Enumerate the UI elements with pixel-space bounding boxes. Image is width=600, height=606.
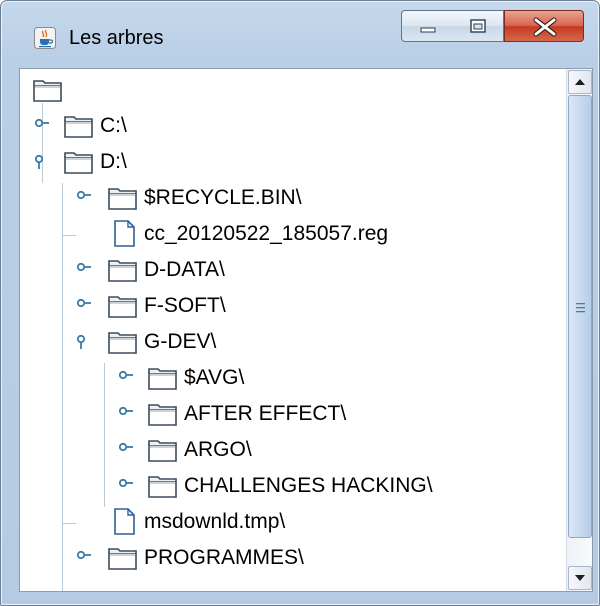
tree-node-d[interactable]: D:\ (20, 145, 560, 181)
maximize-icon (470, 19, 486, 33)
grip-icon (576, 303, 585, 313)
folder-icon (148, 404, 177, 426)
close-icon (533, 17, 557, 37)
tree-node-f-soft[interactable]: F-SOFT\ (20, 289, 560, 325)
tree-node-recycle-bin[interactable]: $RECYCLE.BIN\ (20, 181, 560, 217)
window-title: Les arbres (69, 27, 164, 49)
minimize-icon (420, 27, 436, 33)
java-cup-icon (34, 27, 56, 49)
tree-node-label: D:\ (100, 150, 127, 173)
file-icon (114, 220, 135, 247)
folder-icon (108, 548, 137, 570)
tree-node-cc-20120522-185057-reg[interactable]: cc_20120522_185057.reg (20, 217, 560, 253)
scroll-up-button[interactable] (568, 70, 592, 94)
folder-icon (33, 80, 62, 102)
maximize-button[interactable] (452, 10, 504, 42)
folder-icon (64, 116, 93, 138)
tree-panel: C:\ D:\ $RECYCLE.BIN\ cc_20120522_185057.re… (19, 68, 593, 592)
tree-node-label: ARGO\ (184, 438, 252, 461)
vertical-scrollbar[interactable] (566, 69, 592, 591)
tree-node-argo[interactable]: ARGO\ (20, 433, 560, 469)
expand-handle-icon[interactable] (118, 370, 135, 387)
expand-handle-icon[interactable] (118, 442, 135, 459)
tree-node-label: $RECYCLE.BIN\ (144, 186, 302, 209)
tree-node-after-effect[interactable]: AFTER EFFECT\ (20, 397, 560, 433)
collapse-handle-icon[interactable] (76, 334, 93, 351)
minimize-button[interactable] (401, 10, 453, 42)
expand-handle-icon[interactable] (76, 262, 93, 279)
file-icon (114, 508, 135, 535)
expand-handle-icon[interactable] (76, 298, 93, 315)
folder-icon (108, 296, 137, 318)
folder-icon (108, 332, 137, 354)
folder-icon (64, 152, 93, 174)
tree-node-c[interactable]: C:\ (20, 109, 560, 145)
tree-node-label: AFTER EFFECT\ (184, 402, 347, 425)
tree-connector-line (62, 235, 76, 236)
tree-node-label: CHALLENGES HACKING\ (184, 474, 433, 497)
tree-node-root[interactable] (20, 73, 560, 109)
title-bar[interactable]: Les arbres (1, 1, 599, 67)
tree-node-programmes[interactable]: PROGRAMMES\ (20, 541, 560, 577)
tree-node-g-dev[interactable]: G-DEV\ (20, 325, 560, 361)
tree-node-avg[interactable]: $AVG\ (20, 361, 560, 397)
close-button[interactable] (504, 10, 584, 42)
scroll-thumb[interactable] (568, 95, 592, 538)
tree-node-msdownld-tmp[interactable]: msdownld.tmp\ (20, 505, 560, 541)
collapse-handle-icon[interactable] (34, 154, 51, 171)
tree-node-d-data[interactable]: D-DATA\ (20, 253, 560, 289)
expand-handle-icon[interactable] (118, 478, 135, 495)
tree-node-label: F-SOFT\ (144, 294, 226, 317)
expand-handle-icon[interactable] (34, 118, 51, 135)
tree-node-label: $AVG\ (184, 366, 245, 389)
directory-tree[interactable]: C:\ D:\ $RECYCLE.BIN\ cc_20120522_185057.re… (20, 69, 566, 591)
tree-connector-line (62, 523, 76, 524)
tree-node-label: G-DEV\ (144, 330, 217, 353)
folder-icon (148, 368, 177, 390)
tree-node-label: PROGRAMMES\ (144, 546, 304, 569)
arrow-up-icon (575, 79, 585, 85)
tree-node-label: cc_20120522_185057.reg (144, 222, 389, 245)
folder-icon (148, 476, 177, 498)
app-window: Les arbres C:\ D:\ $RECYCLE.BIN\ cc_20120 (0, 0, 600, 606)
expand-handle-icon[interactable] (76, 190, 93, 207)
tree-node-label: C:\ (100, 114, 127, 137)
folder-icon (108, 260, 137, 282)
scroll-down-button[interactable] (568, 566, 592, 590)
folder-icon (108, 188, 137, 210)
expand-handle-icon[interactable] (118, 406, 135, 423)
tree-node-label: msdownld.tmp\ (144, 510, 286, 533)
tree-node-label: D-DATA\ (144, 258, 225, 281)
arrow-down-icon (575, 575, 585, 581)
expand-handle-icon[interactable] (76, 550, 93, 567)
folder-icon (148, 440, 177, 462)
tree-node-challenges-hacking[interactable]: CHALLENGES HACKING\ (20, 469, 560, 505)
